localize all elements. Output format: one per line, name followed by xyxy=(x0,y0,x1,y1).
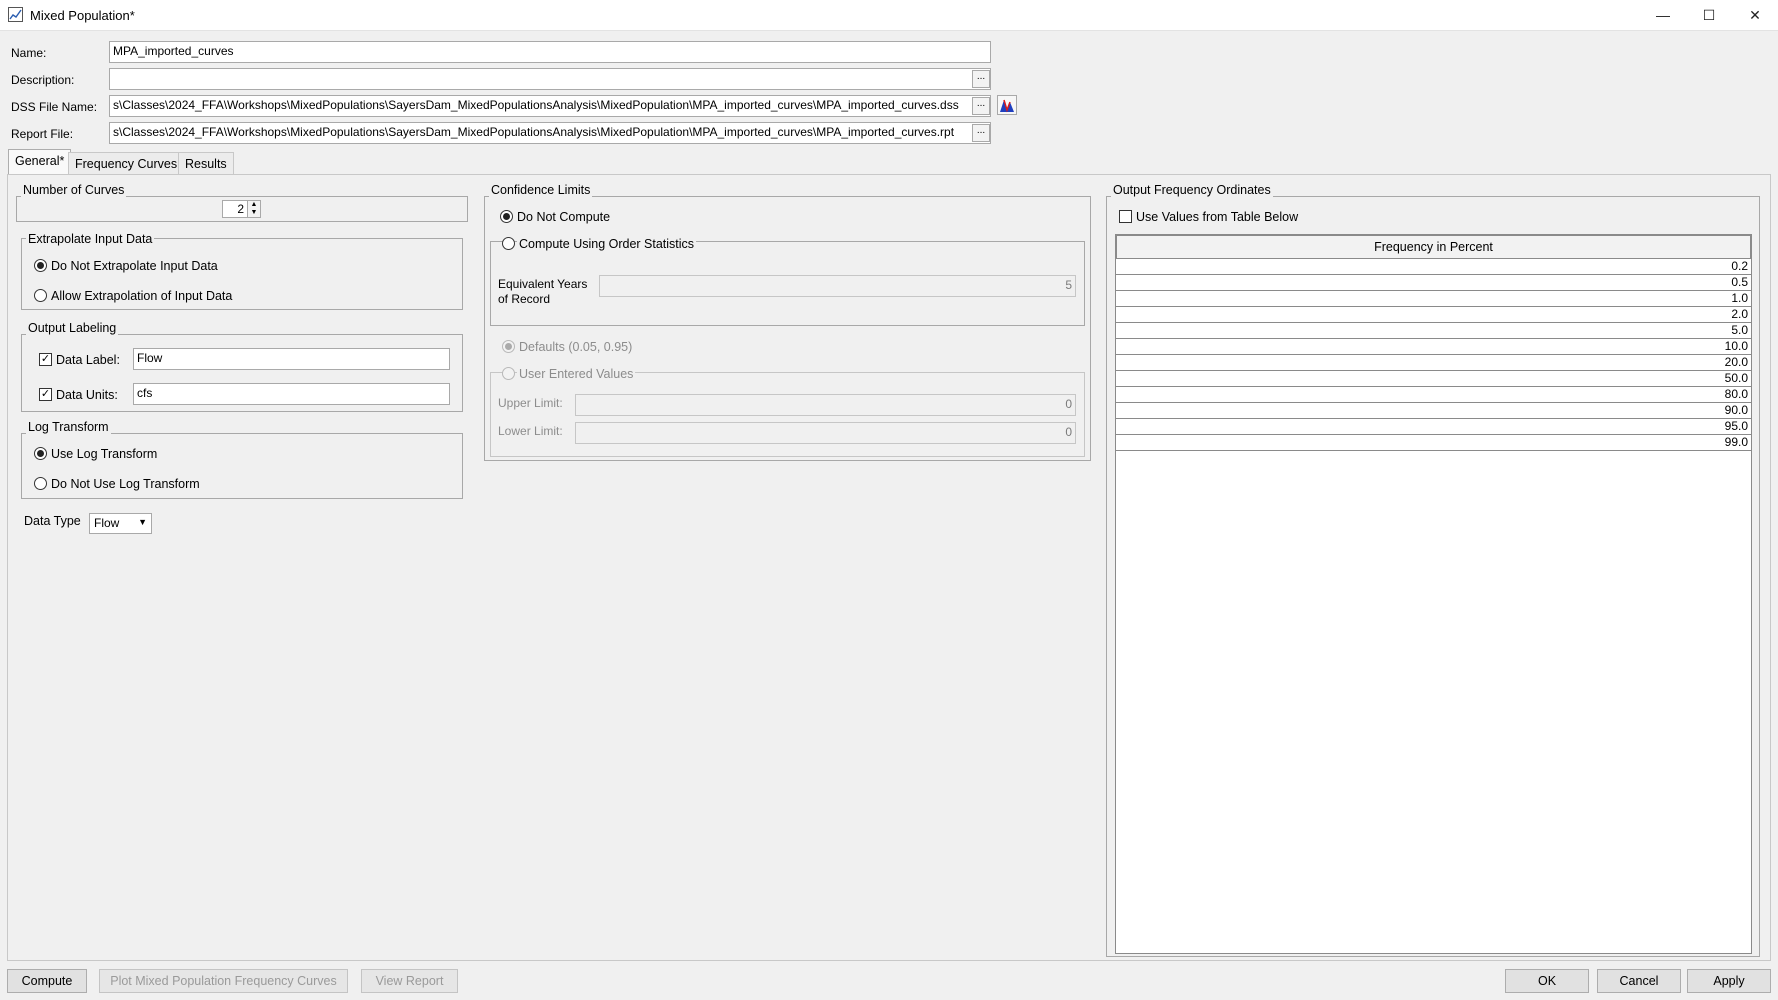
allow-extrapolation-label: Allow Extrapolation of Input Data xyxy=(51,289,233,303)
frequency-row[interactable]: 80.0 xyxy=(1116,387,1751,403)
equiv-years-label-1: Equivalent Years xyxy=(498,277,588,291)
upper-limit-input[interactable]: 0 xyxy=(575,394,1076,416)
frequency-row[interactable]: 0.5 xyxy=(1116,275,1751,291)
frequency-table[interactable]: Frequency in Percent 0.2 0.5 1.0 2.0 5.0 10.0… xyxy=(1115,234,1752,954)
spinner-arrows[interactable]: ▲ ▼ xyxy=(247,200,261,218)
frequency-row[interactable]: 90.0 xyxy=(1116,403,1751,419)
dss-file-input[interactable]: s\Classes\2024_FFA\Workshops\MixedPopula… xyxy=(109,95,991,117)
upper-limit-label: Upper Limit: xyxy=(498,396,563,410)
dss-browse-button[interactable]: ... xyxy=(972,97,990,115)
tab-frequency-curves[interactable]: Frequency Curves xyxy=(68,152,185,174)
data-type-select[interactable]: Flow ▼ xyxy=(89,513,152,534)
data-type-label: Data Type xyxy=(24,514,81,528)
lower-limit-label: Lower Limit: xyxy=(498,424,563,438)
view-report-button[interactable]: View Report xyxy=(361,969,458,993)
frequency-row[interactable]: 1.0 xyxy=(1116,291,1751,307)
cancel-button[interactable]: Cancel xyxy=(1597,969,1681,993)
tab-results[interactable]: Results xyxy=(178,152,234,174)
use-log-transform-radio[interactable] xyxy=(34,447,47,460)
frequency-column-header[interactable]: Frequency in Percent xyxy=(1116,235,1751,259)
dss-viewer-icon[interactable] xyxy=(997,95,1017,115)
extrapolate-title: Extrapolate Input Data xyxy=(26,232,155,246)
data-label-label: Data Label: xyxy=(56,353,120,367)
frequency-row[interactable]: 5.0 xyxy=(1116,323,1751,339)
equiv-years-input[interactable]: 5 xyxy=(599,275,1076,297)
do-not-compute-radio[interactable] xyxy=(500,210,513,223)
minimize-button[interactable]: — xyxy=(1640,0,1686,30)
plot-curves-button[interactable]: Plot Mixed Population Frequency Curves xyxy=(99,969,348,993)
apply-button[interactable]: Apply xyxy=(1687,969,1771,993)
confidence-limits-title: Confidence Limits xyxy=(489,183,593,197)
compute-button[interactable]: Compute xyxy=(7,969,87,993)
no-log-transform-radio[interactable] xyxy=(34,477,47,490)
user-values-radio[interactable] xyxy=(502,367,515,380)
log-transform-title: Log Transform xyxy=(26,420,111,434)
order-statistics-radio[interactable] xyxy=(502,237,515,250)
description-browse-button[interactable]: ... xyxy=(972,70,990,88)
data-units-checkbox[interactable]: ✓ xyxy=(39,388,52,401)
description-label: Description: xyxy=(11,73,75,87)
description-input[interactable] xyxy=(109,68,991,90)
name-label: Name: xyxy=(11,46,47,60)
title-bar: Mixed Population* — ☐ ✕ xyxy=(0,0,1778,31)
maximize-button[interactable]: ☐ xyxy=(1686,0,1732,30)
window-title: Mixed Population* xyxy=(30,8,135,23)
tab-general[interactable]: General* xyxy=(8,149,72,175)
report-file-input[interactable]: s\Classes\2024_FFA\Workshops\MixedPopula… xyxy=(109,122,991,144)
allow-extrapolation-radio[interactable] xyxy=(34,289,47,302)
data-type-value: Flow xyxy=(94,516,120,530)
frequency-row[interactable]: 95.0 xyxy=(1116,419,1751,435)
close-button[interactable]: ✕ xyxy=(1732,0,1778,30)
frequency-row[interactable]: 10.0 xyxy=(1116,339,1751,355)
user-values-label: User Entered Values xyxy=(517,367,636,381)
data-label-checkbox[interactable]: ✓ xyxy=(39,353,52,366)
do-not-compute-label: Do Not Compute xyxy=(517,210,611,224)
use-log-transform-label: Use Log Transform xyxy=(51,447,158,461)
ok-button[interactable]: OK xyxy=(1505,969,1589,993)
data-units-input[interactable]: cfs xyxy=(133,383,450,405)
equiv-years-label-2: of Record xyxy=(498,292,551,306)
app-chart-icon xyxy=(8,7,23,22)
chevron-down-icon: ▼ xyxy=(138,517,147,527)
data-units-label: Data Units: xyxy=(56,388,118,402)
number-of-curves-title: Number of Curves xyxy=(21,183,127,197)
data-label-input[interactable]: Flow xyxy=(133,348,450,370)
frequency-row[interactable]: 50.0 xyxy=(1116,371,1751,387)
name-input[interactable]: MPA_imported_curves xyxy=(109,41,991,63)
frequency-row[interactable]: 0.2 xyxy=(1116,259,1751,275)
order-statistics-label: Compute Using Order Statistics xyxy=(517,237,697,251)
defaults-radio[interactable] xyxy=(502,340,515,353)
report-file-label: Report File: xyxy=(11,127,74,141)
output-labeling-title: Output Labeling xyxy=(26,321,119,335)
frequency-rows: 0.2 0.5 1.0 2.0 5.0 10.0 20.0 50.0 80.0 90.0 95.0 9… xyxy=(1116,259,1751,451)
use-values-checkbox[interactable] xyxy=(1119,210,1132,223)
no-log-transform-label: Do Not Use Log Transform xyxy=(51,477,200,491)
report-browse-button[interactable]: ... xyxy=(972,124,990,142)
frequency-row[interactable]: 99.0 xyxy=(1116,435,1751,451)
output-ordinates-title: Output Frequency Ordinates xyxy=(1111,183,1273,197)
do-not-extrapolate-radio[interactable] xyxy=(34,259,47,272)
number-of-curves-spinner[interactable]: 2 xyxy=(222,200,248,218)
do-not-extrapolate-label: Do Not Extrapolate Input Data xyxy=(51,259,218,273)
use-values-label: Use Values from Table Below xyxy=(1136,210,1299,224)
defaults-label: Defaults (0.05, 0.95) xyxy=(519,340,633,354)
frequency-row[interactable]: 20.0 xyxy=(1116,355,1751,371)
frequency-row[interactable]: 2.0 xyxy=(1116,307,1751,323)
dss-file-label: DSS File Name: xyxy=(11,100,98,114)
lower-limit-input[interactable]: 0 xyxy=(575,422,1076,444)
